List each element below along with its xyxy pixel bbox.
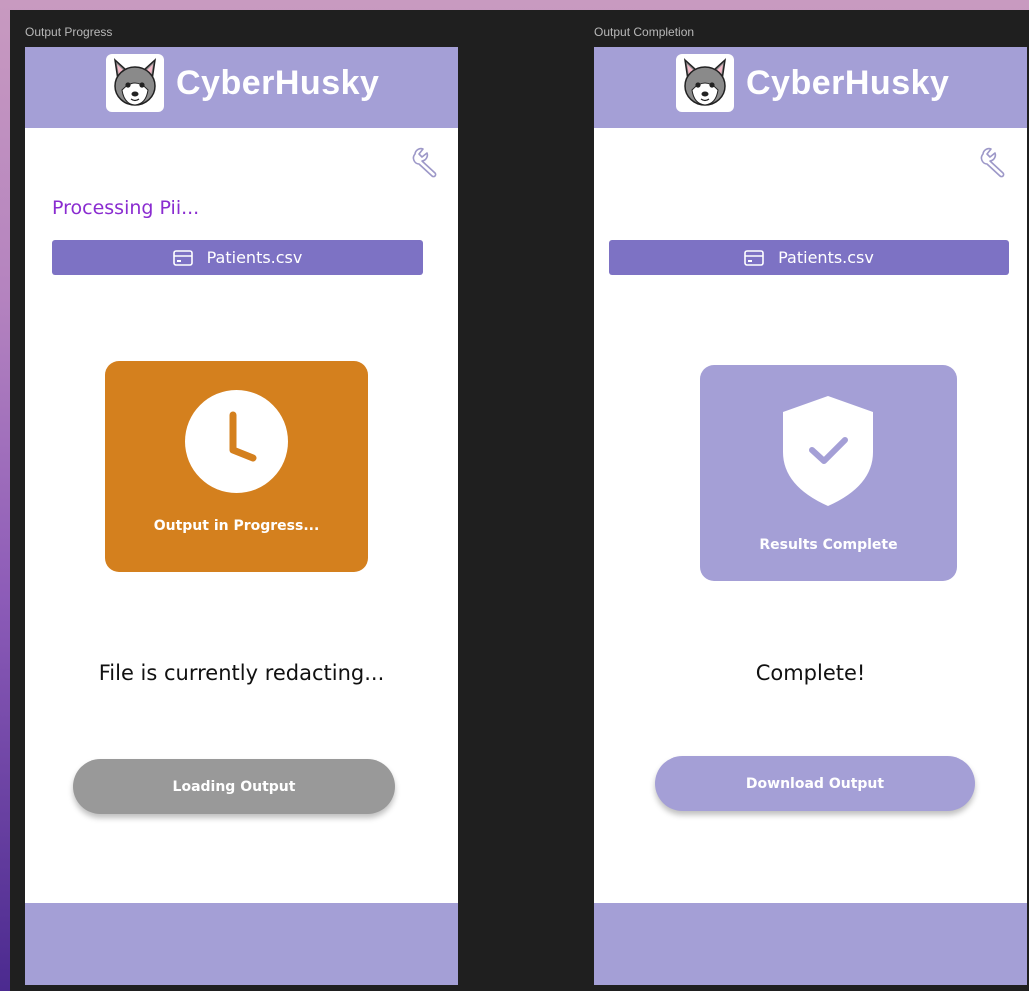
screen-output-progress: CyberHusky Processing Pii... Patients.cs… (25, 47, 458, 985)
app-footer (25, 903, 458, 985)
complete-card-label: Results Complete (759, 537, 898, 553)
file-name: Patients.csv (206, 248, 303, 267)
file-bar[interactable]: Patients.csv (609, 240, 1009, 275)
credit-card-icon (172, 249, 193, 266)
screen-output-completion: CyberHusky Patients.csv Results Complete… (594, 47, 1027, 985)
complete-status-card: Results Complete (700, 365, 957, 581)
redacting-message: File is currently redacting... (98, 661, 385, 685)
progress-card-label: Output in Progress... (153, 518, 320, 534)
processing-status-text: Processing Pii... (52, 197, 200, 219)
shield-check-icon (783, 396, 873, 506)
loading-output-button[interactable]: Loading Output (73, 759, 395, 814)
frame-label-completion: Output Completion (594, 25, 695, 39)
complete-message: Complete! (755, 661, 866, 685)
app-title: CyberHusky (746, 63, 950, 102)
wrench-icon[interactable] (977, 146, 1009, 178)
file-bar[interactable]: Patients.csv (52, 240, 423, 275)
husky-logo-icon (106, 54, 164, 112)
app-header: CyberHusky (25, 47, 458, 128)
file-name: Patients.csv (778, 248, 874, 267)
app-logo[interactable]: CyberHusky (106, 54, 379, 112)
app-header: CyberHusky (594, 47, 1027, 128)
app-footer (594, 903, 1027, 985)
frame-label-progress: Output Progress (25, 25, 113, 39)
design-canvas: Output Progress CyberHusky Processing Pi… (10, 10, 1029, 991)
clock-icon (185, 390, 288, 493)
progress-status-card: Output in Progress... (105, 361, 368, 572)
app-title: CyberHusky (176, 63, 380, 102)
app-logo[interactable]: CyberHusky (676, 54, 949, 112)
download-output-button[interactable]: Download Output (655, 756, 975, 811)
wrench-icon[interactable] (409, 146, 441, 178)
credit-card-icon (744, 249, 764, 266)
husky-logo-icon (676, 54, 734, 112)
